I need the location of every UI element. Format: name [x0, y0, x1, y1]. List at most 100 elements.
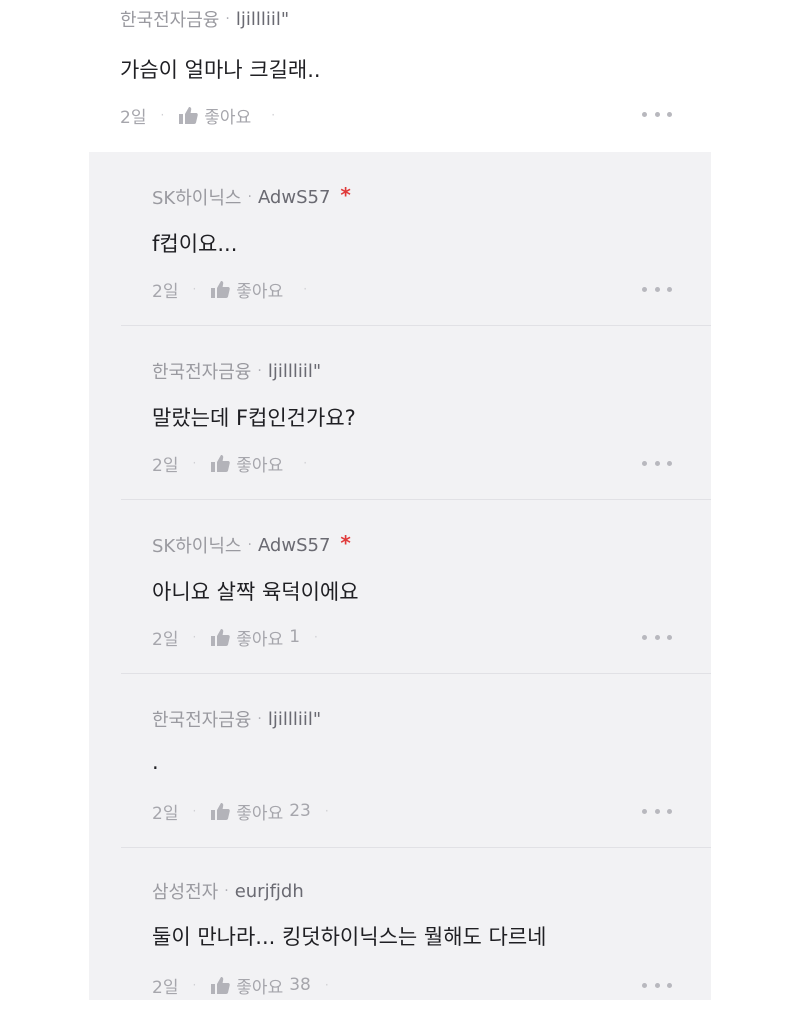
- more-dots-icon: [642, 808, 647, 814]
- thumbs-up-icon: [211, 281, 231, 298]
- comment-time: 2일: [120, 107, 147, 128]
- comment-text: .: [152, 750, 159, 774]
- more-dots-icon: [642, 111, 647, 117]
- nickname[interactable]: ljillliil": [268, 361, 321, 382]
- meta-separator-dot: ·: [257, 711, 262, 727]
- meta-separator-dot: ·: [247, 189, 252, 205]
- comment-text: 아니요 살짝 육덕이에요: [152, 580, 359, 604]
- more-dots-icon: [642, 634, 647, 640]
- like-label: 좋아요: [236, 629, 284, 650]
- more-dot: [654, 634, 660, 640]
- more-dots-icon: [642, 286, 647, 292]
- like-count: 23: [289, 801, 311, 821]
- author-mark: *: [340, 183, 351, 207]
- thumbs-up-icon: [211, 803, 231, 820]
- more-dot: [667, 111, 672, 117]
- more-dot: [667, 982, 672, 988]
- more-dots-icon: [642, 460, 647, 466]
- comment-meta: SK하이닉스 · AdwS57 *: [152, 530, 351, 560]
- action-separator: ·: [192, 456, 197, 470]
- action-separator: ·: [192, 978, 197, 992]
- more-options-button[interactable]: [642, 279, 672, 299]
- divider: [121, 325, 711, 326]
- more-dot: [654, 808, 660, 814]
- comment-time: 2일: [152, 281, 179, 302]
- action-separator: ·: [192, 630, 197, 644]
- like-button[interactable]: 좋아요: [210, 277, 289, 302]
- comment-text: 가슴이 얼마나 크길래..: [120, 58, 321, 82]
- comment-text: f컵이요...: [152, 232, 238, 256]
- more-dot: [654, 111, 660, 117]
- meta-separator-dot: ·: [225, 11, 230, 27]
- comment-meta: 한국전자금융 · ljillliil": [120, 4, 289, 34]
- like-button[interactable]: 좋아요: [178, 103, 257, 128]
- top-comment: 한국전자금융 · ljillliil" 가슴이 얼마나 크길래.. 2일 · 좋…: [0, 0, 800, 152]
- more-dot: [667, 634, 672, 640]
- comment-meta: SK하이닉스 · AdwS57 *: [152, 182, 351, 212]
- comment-text: 둘이 만나라... 킹덧하이닉스는 뭘해도 다르네: [152, 925, 547, 949]
- like-label: 좋아요: [236, 281, 284, 302]
- company-name[interactable]: SK하이닉스: [152, 184, 241, 210]
- comment-actions: 2일 · 좋아요 ·: [152, 274, 321, 304]
- like-button[interactable]: 좋아요: [210, 451, 289, 476]
- company-name[interactable]: 삼성전자: [152, 878, 218, 904]
- nickname[interactable]: AdwS57: [258, 535, 330, 556]
- comment-actions: 2일 · 좋아요 ·: [152, 448, 321, 478]
- meta-separator-dot: ·: [224, 883, 229, 899]
- thumbs-up-icon: [211, 455, 231, 472]
- like-label: 좋아요: [236, 455, 284, 476]
- like-button[interactable]: 좋아요 23: [210, 799, 311, 824]
- nickname[interactable]: ljillliil": [236, 9, 289, 30]
- comment-time: 2일: [152, 803, 179, 824]
- action-separator: ·: [271, 108, 276, 122]
- author-mark: *: [340, 531, 351, 555]
- comment-meta: 한국전자금융 · ljillliil": [152, 356, 331, 386]
- divider: [121, 499, 711, 500]
- meta-separator-dot: ·: [257, 363, 262, 379]
- like-count: 38: [289, 975, 311, 995]
- comment-actions: 2일 · 좋아요 ·: [120, 100, 289, 130]
- more-dot: [667, 286, 672, 292]
- company-name[interactable]: SK하이닉스: [152, 532, 241, 558]
- more-options-button[interactable]: [642, 975, 672, 995]
- action-separator: ·: [303, 456, 308, 470]
- comment-meta: 삼성전자 · eurjfjdh: [152, 876, 314, 906]
- comment-actions: 2일 · 좋아요 23 ·: [152, 796, 343, 826]
- comment-text: 말랐는데 F컵인건가요?: [152, 406, 356, 430]
- comment-actions: 2일 · 좋아요 38 ·: [152, 970, 343, 1000]
- action-separator: ·: [160, 108, 165, 122]
- replies-panel: SK하이닉스 · AdwS57 * f컵이요... 2일 · 좋아요 · 한국전…: [89, 152, 711, 1000]
- more-options-button[interactable]: [642, 627, 672, 647]
- comment-actions: 2일 · 좋아요 1 ·: [152, 622, 332, 652]
- like-count: 1: [289, 627, 301, 647]
- company-name[interactable]: 한국전자금융: [152, 706, 251, 732]
- action-separator: ·: [192, 804, 197, 818]
- like-button[interactable]: 좋아요 38: [210, 973, 311, 998]
- action-separator: ·: [303, 282, 308, 296]
- meta-separator-dot: ·: [247, 537, 252, 553]
- more-dot: [667, 808, 672, 814]
- more-dot: [667, 460, 672, 466]
- more-dot: [654, 286, 660, 292]
- more-options-button[interactable]: [642, 453, 672, 473]
- action-separator: ·: [314, 630, 318, 644]
- comment-time: 2일: [152, 977, 179, 998]
- more-dots-icon: [642, 982, 647, 988]
- company-name[interactable]: 한국전자금융: [152, 358, 251, 384]
- more-dot: [654, 460, 660, 466]
- nickname[interactable]: AdwS57: [258, 187, 330, 208]
- comment-time: 2일: [152, 629, 179, 650]
- action-separator: ·: [192, 282, 197, 296]
- more-dot: [654, 982, 660, 988]
- more-options-button[interactable]: [642, 801, 672, 821]
- thumbs-up-icon: [179, 107, 199, 124]
- divider: [121, 847, 711, 848]
- like-button[interactable]: 좋아요 1: [210, 625, 300, 650]
- nickname[interactable]: eurjfjdh: [235, 881, 304, 902]
- action-separator: ·: [324, 804, 329, 818]
- like-label: 좋아요: [236, 977, 284, 998]
- nickname[interactable]: ljillliil": [268, 709, 321, 730]
- more-options-button[interactable]: [642, 104, 672, 124]
- thumbs-up-icon: [211, 629, 231, 646]
- company-name[interactable]: 한국전자금융: [120, 6, 219, 32]
